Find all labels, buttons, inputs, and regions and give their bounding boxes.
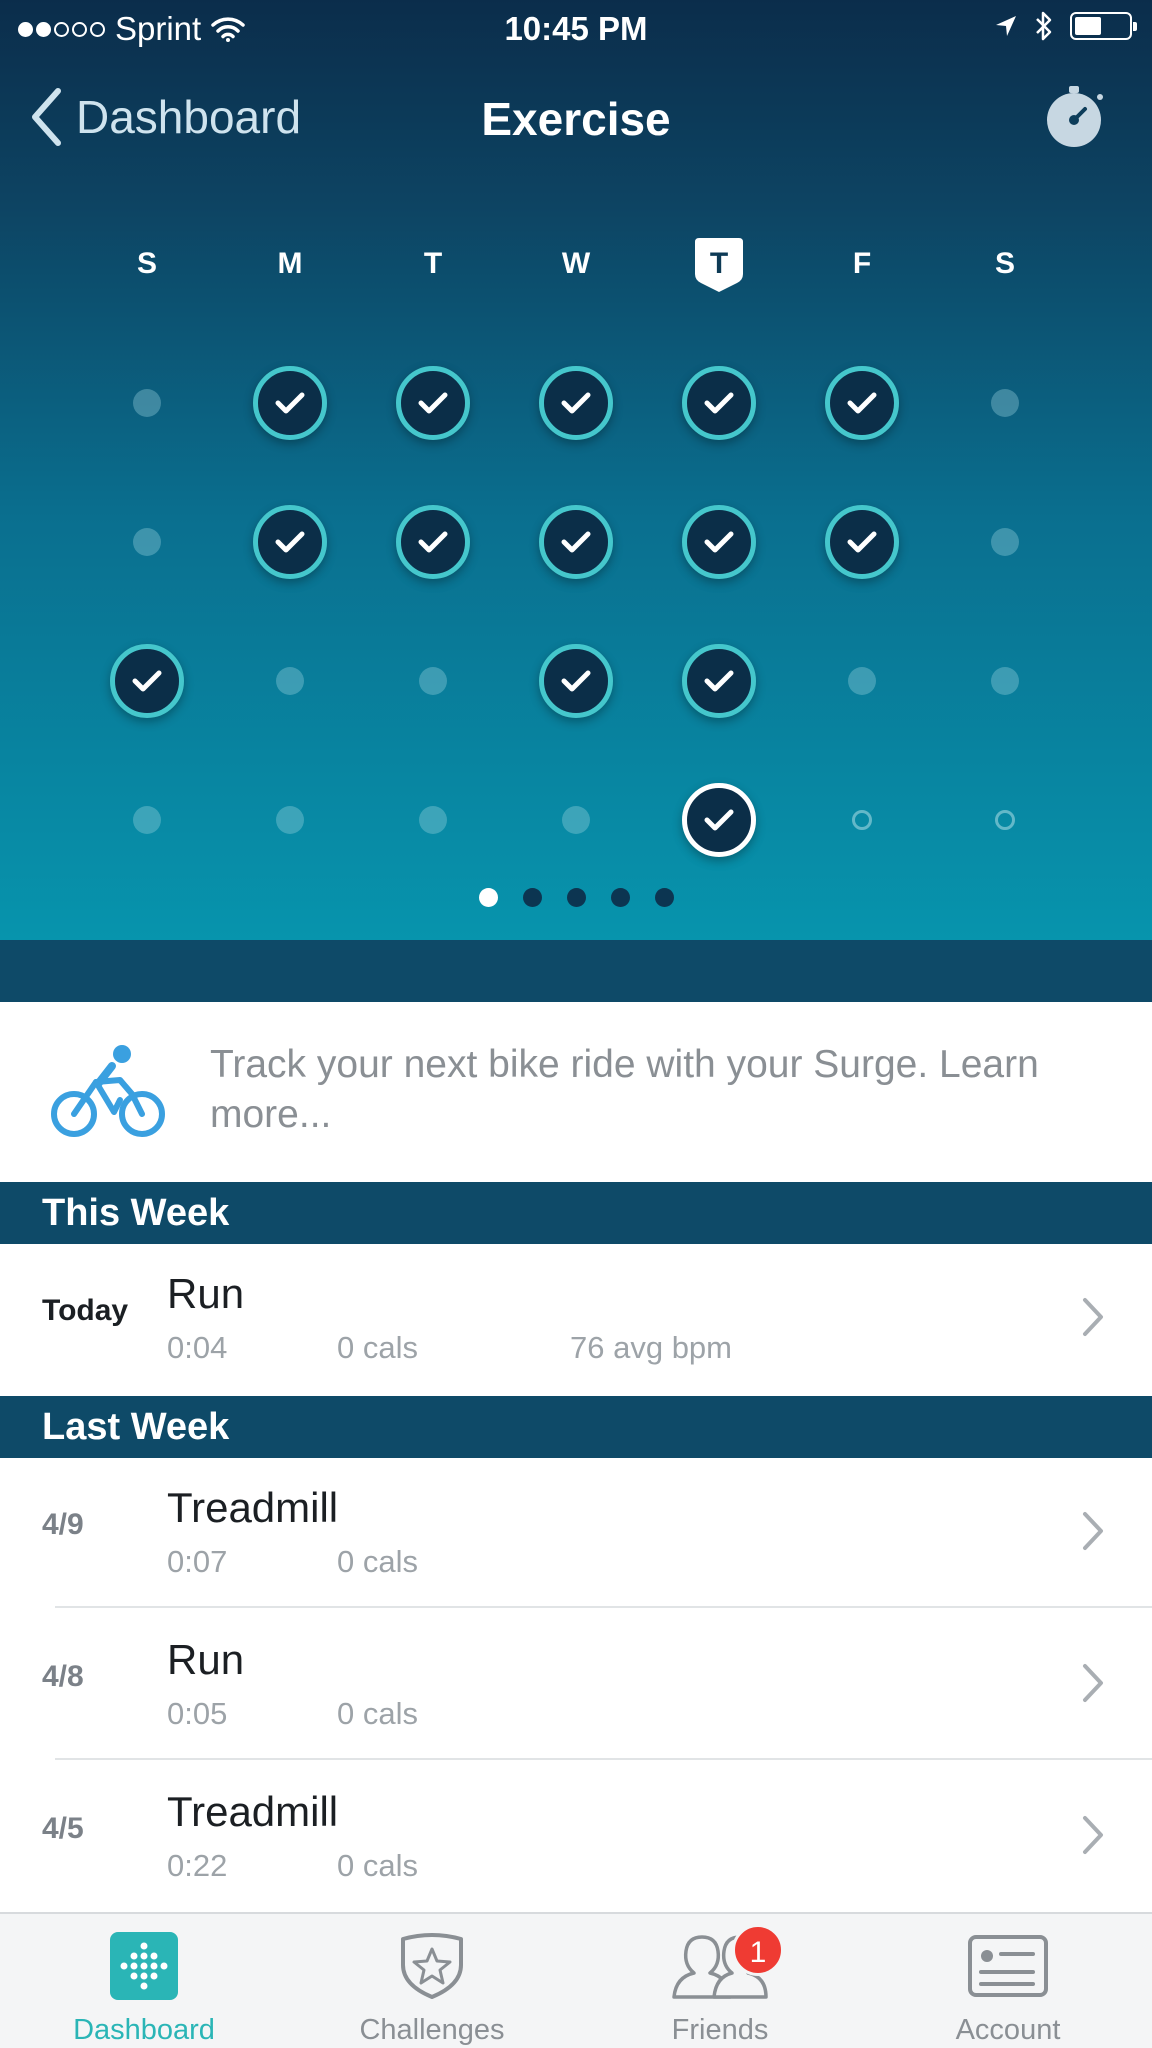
empty-day-marker bbox=[107, 780, 187, 860]
exercise-name: Run bbox=[167, 1270, 245, 1317]
empty-day-marker bbox=[822, 641, 902, 721]
exercise-row[interactable]: Today Run 0:04 0 cals 76 avg bpm bbox=[0, 1244, 1152, 1394]
page-dot[interactable] bbox=[478, 888, 498, 907]
exercise-name: Treadmill bbox=[167, 1788, 339, 1835]
bike-icon bbox=[51, 1045, 165, 1137]
tab-friends[interactable]: 1 Friends bbox=[620, 1924, 820, 2047]
account-icon bbox=[968, 1935, 1048, 1997]
promo-text[interactable]: Track your next bike ride with your Surg… bbox=[210, 1040, 1110, 1140]
section-header-last-week: Last Week bbox=[0, 1396, 1152, 1458]
today-check-icon[interactable] bbox=[679, 780, 759, 860]
tab-dashboard[interactable]: Dashboard bbox=[44, 1928, 244, 2047]
tab-label: Friends bbox=[671, 2014, 769, 2046]
exercise-name: Run bbox=[167, 1636, 245, 1683]
empty-day-marker bbox=[250, 780, 330, 860]
page-dot[interactable] bbox=[566, 888, 586, 907]
exercise-duration: 0:05 bbox=[167, 1696, 228, 1731]
exercise-duration: 0:04 bbox=[167, 1330, 228, 1365]
future-day-marker bbox=[822, 780, 902, 860]
exercise-calories: 0 cals bbox=[337, 1696, 418, 1731]
exercise-calories: 0 cals bbox=[337, 1848, 418, 1883]
page-dot[interactable] bbox=[522, 888, 542, 907]
chevron-right-icon bbox=[1083, 1512, 1103, 1550]
completed-check-icon[interactable] bbox=[250, 502, 330, 582]
exercise-date: 4/9 bbox=[42, 1508, 84, 1541]
hero-bottom-band bbox=[0, 940, 1152, 1002]
tab-label: Dashboard bbox=[73, 2014, 215, 2046]
completed-check-icon[interactable] bbox=[393, 502, 473, 582]
challenges-icon bbox=[401, 1933, 463, 1999]
completed-check-icon[interactable] bbox=[393, 363, 473, 443]
page-dot[interactable] bbox=[610, 888, 630, 907]
empty-day-marker bbox=[250, 641, 330, 721]
section-header-this-week: This Week bbox=[0, 1182, 1152, 1244]
exercise-calories: 0 cals bbox=[337, 1330, 418, 1365]
completed-check-icon[interactable] bbox=[679, 641, 759, 721]
completed-check-icon[interactable] bbox=[679, 363, 759, 443]
empty-day-marker bbox=[965, 641, 1045, 721]
row-divider bbox=[55, 1758, 1152, 1760]
empty-day-marker bbox=[393, 780, 473, 860]
dashboard-icon bbox=[110, 1932, 178, 2000]
tab-challenges[interactable]: Challenges bbox=[332, 1928, 532, 2047]
empty-day-marker bbox=[965, 363, 1045, 443]
empty-day-marker bbox=[965, 502, 1045, 582]
page-dot[interactable] bbox=[654, 888, 674, 907]
completed-check-icon[interactable] bbox=[107, 641, 187, 721]
exercise-row[interactable]: 4/5 Treadmill 0:22 0 cals bbox=[0, 1762, 1152, 1912]
notification-badge: 1 bbox=[732, 1924, 784, 1976]
tab-bar: Dashboard Challenges 1 Friends Account bbox=[0, 1912, 1152, 2048]
exercise-duration: 0:22 bbox=[167, 1848, 228, 1883]
exercise-heart-rate: 76 avg bpm bbox=[570, 1330, 732, 1365]
exercise-name: Treadmill bbox=[167, 1484, 339, 1531]
empty-day-marker bbox=[107, 363, 187, 443]
completed-check-icon[interactable] bbox=[536, 502, 616, 582]
exercise-date: 4/8 bbox=[42, 1660, 84, 1693]
page-indicator[interactable] bbox=[0, 888, 1152, 908]
completed-check-icon[interactable] bbox=[679, 502, 759, 582]
promo-banner[interactable]: Track your next bike ride with your Surg… bbox=[0, 1002, 1152, 1182]
exercise-date: 4/5 bbox=[42, 1812, 84, 1845]
completed-check-icon[interactable] bbox=[536, 641, 616, 721]
exercise-date: Today bbox=[42, 1294, 129, 1327]
exercise-calories: 0 cals bbox=[337, 1544, 418, 1579]
tab-label: Account bbox=[955, 2014, 1061, 2046]
empty-day-marker bbox=[393, 641, 473, 721]
tab-label: Challenges bbox=[359, 2014, 505, 2046]
future-day-marker bbox=[965, 780, 1045, 860]
exercise-goal-grid[interactable] bbox=[0, 0, 1152, 940]
completed-check-icon[interactable] bbox=[822, 502, 902, 582]
empty-day-marker bbox=[536, 780, 616, 860]
completed-check-icon[interactable] bbox=[536, 363, 616, 443]
completed-check-icon[interactable] bbox=[250, 363, 330, 443]
chevron-right-icon bbox=[1083, 1298, 1103, 1336]
exercise-row[interactable]: 4/9 Treadmill 0:07 0 cals bbox=[0, 1458, 1152, 1608]
tab-account[interactable]: Account bbox=[908, 1928, 1108, 2047]
chevron-right-icon bbox=[1083, 1816, 1103, 1854]
completed-check-icon[interactable] bbox=[822, 363, 902, 443]
exercise-duration: 0:07 bbox=[167, 1544, 228, 1579]
chevron-right-icon bbox=[1083, 1664, 1103, 1702]
empty-day-marker bbox=[107, 502, 187, 582]
exercise-row[interactable]: 4/8 Run 0:05 0 cals bbox=[0, 1610, 1152, 1760]
row-divider bbox=[55, 1606, 1152, 1608]
